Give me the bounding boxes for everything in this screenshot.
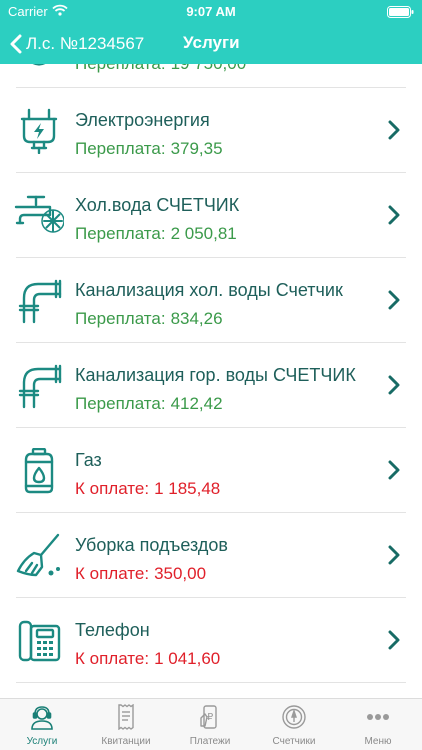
tab-payments[interactable]: ₽ Платежи [168, 699, 252, 750]
chevron-right-icon [388, 460, 400, 480]
service-row-cleaning[interactable]: Уборка подъездов К оплате: 350,00 [0, 513, 422, 598]
telephone-icon [18, 620, 61, 662]
tab-services[interactable]: Услуги [0, 699, 84, 750]
partial-service-icon [32, 64, 46, 66]
tab-meters[interactable]: Счетчики [252, 699, 336, 750]
service-row-gas[interactable]: Газ К оплате: 1 185,48 [0, 428, 422, 513]
status-bar: Carrier 9:07 AM [0, 0, 422, 24]
tab-receipts[interactable]: Квитанции [84, 699, 168, 750]
chevron-right-icon [388, 630, 400, 650]
row-divider [16, 682, 406, 683]
battery-icon [387, 6, 414, 18]
pipe-icon [18, 364, 62, 409]
services-list: Переплата:19 750,00 Электроэнергия Переп… [0, 64, 422, 698]
gas-cylinder-icon [24, 448, 54, 494]
tab-menu[interactable]: Меню [336, 699, 420, 750]
status-time: 9:07 AM [186, 4, 236, 19]
service-status: К оплате: 350,00 [75, 564, 207, 583]
service-status: Переплата: 834,26 [75, 309, 223, 328]
service-status: К оплате: 1 185,48 [75, 479, 221, 498]
receipt-icon [118, 704, 134, 730]
chevron-right-icon [388, 120, 400, 140]
service-name: Канализация хол. воды Счетчик [75, 280, 343, 300]
service-status: Переплата: 2 050,81 [75, 224, 237, 243]
payment-card-icon: ₽ [200, 705, 217, 729]
service-row-sewer-cold[interactable]: Канализация хол. воды Счетчик Переплата:… [0, 258, 422, 343]
service-name: Уборка подъездов [75, 535, 228, 555]
chevron-left-icon [10, 34, 22, 54]
service-name: Хол.вода СЧЕТЧИК [75, 195, 240, 215]
tab-label: Платежи [189, 736, 231, 747]
service-status: Переплата: 412,42 [75, 394, 223, 413]
tab-bar: Услуги Квитанции ₽ Платежи Счетчики Меню [0, 698, 422, 750]
tab-label: Услуги [26, 736, 58, 747]
more-dots-icon [367, 714, 389, 720]
service-row-telephone[interactable]: Телефон К оплате: 1 041,60 [0, 598, 422, 683]
cold-water-tap-icon [14, 195, 64, 233]
back-button[interactable]: Л.с. №1234567 [10, 30, 144, 58]
page-title: Услуги [183, 33, 240, 52]
service-row[interactable]: Переплата:19 750,00 [0, 64, 422, 88]
service-row-sewer-hot[interactable]: Канализация гор. воды СЧЕТЧИК Переплата:… [0, 343, 422, 428]
tab-label: Квитанции [101, 736, 151, 747]
meter-icon [282, 705, 306, 729]
service-status: Переплата: 379,35 [75, 139, 223, 158]
service-status: Переплата:19 750,00 [75, 64, 246, 74]
service-name: Электроэнергия [75, 110, 210, 130]
chevron-right-icon [388, 290, 400, 310]
service-row-cold-water[interactable]: Хол.вода СЧЕТЧИК Переплата: 2 050,81 [0, 173, 422, 258]
chevron-right-icon [388, 545, 400, 565]
tab-label: Меню [364, 736, 392, 747]
app-header: Carrier 9:07 AM Л.с. №1234567 Услуги [0, 0, 422, 64]
service-row-electricity[interactable]: Электроэнергия Переплата: 379,35 [0, 88, 422, 173]
broom-icon [16, 533, 60, 577]
service-name: Канализация гор. воды СЧЕТЧИК [75, 365, 356, 385]
chevron-right-icon [388, 375, 400, 395]
service-name: Газ [75, 450, 102, 470]
user-headset-icon [31, 706, 53, 730]
svg-text:₽: ₽ [207, 712, 214, 723]
chevron-right-icon [388, 205, 400, 225]
pipe-icon [18, 279, 62, 324]
service-status: К оплате: 1 041,60 [75, 649, 221, 668]
nav-bar: Л.с. №1234567 Услуги [0, 24, 422, 64]
plug-icon [20, 108, 58, 154]
tab-label: Счетчики [272, 736, 316, 747]
back-label: Л.с. №1234567 [26, 34, 145, 53]
service-name: Телефон [75, 620, 150, 640]
